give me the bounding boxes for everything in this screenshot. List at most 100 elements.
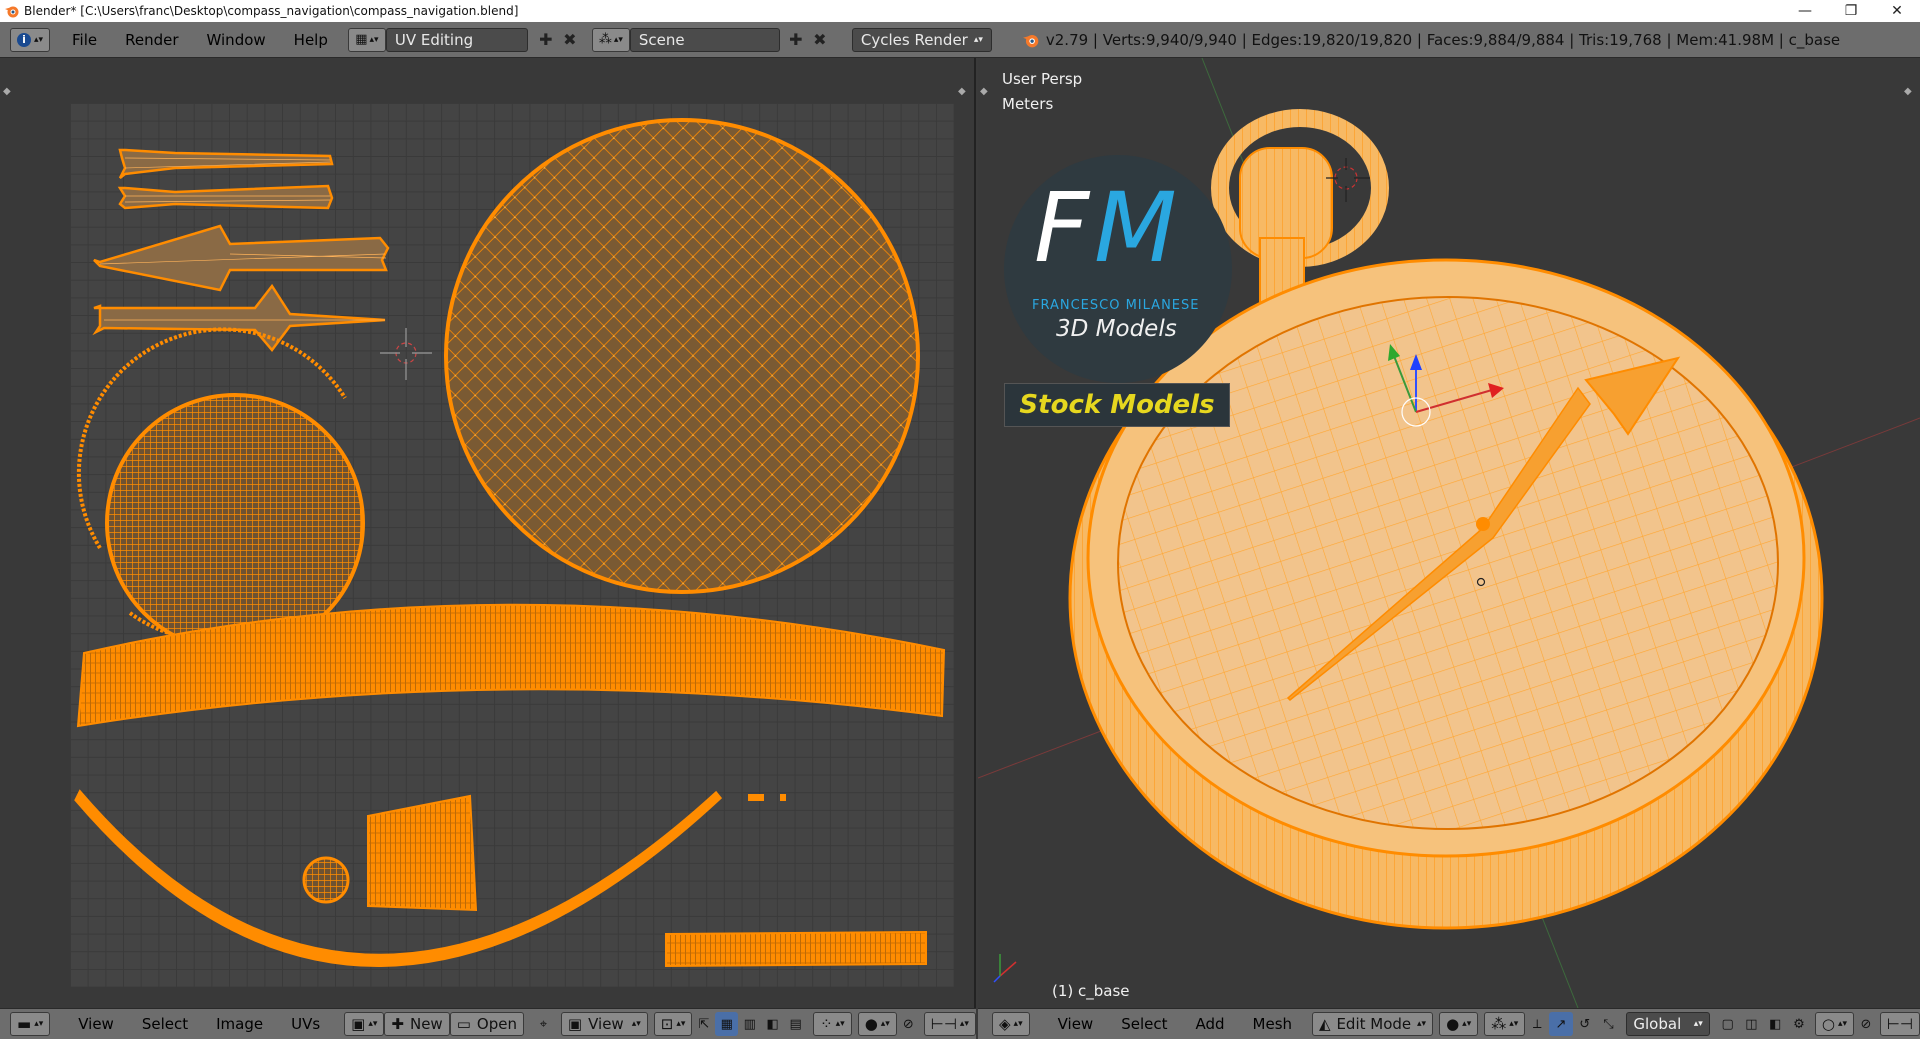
face-select-mode-icon[interactable]: ◧ — [1763, 1012, 1787, 1036]
small-uv-island-b — [780, 794, 786, 801]
updown-arrows-icon: ▴▾ — [1462, 1019, 1472, 1029]
updown-arrows-icon: ▴▾ — [1417, 1019, 1427, 1029]
edge-select-icon[interactable]: ▥ — [738, 1012, 761, 1036]
snap-element-selector[interactable]: ⊢⊣ — [1879, 1012, 1920, 1036]
logo-letter-f: F — [1034, 172, 1090, 284]
pin-icon[interactable]: ⌖ — [532, 1012, 555, 1036]
uv-image-editor[interactable]: ◆ ◆ — [0, 58, 976, 1008]
sync-select-icon[interactable]: ⇱ — [692, 1012, 715, 1036]
sticky-icon: ⁘ — [820, 1015, 833, 1033]
menu-render[interactable]: Render — [111, 31, 192, 49]
proportional-edit-selector[interactable]: ● ▴▾ — [857, 1012, 897, 1036]
image-icon: ▣ — [351, 1015, 366, 1033]
screen-layout-selector[interactable]: ▦ ▴▾ — [347, 27, 386, 52]
island-select-icon[interactable]: ▤ — [784, 1012, 807, 1036]
menu-image[interactable]: Image — [202, 1015, 277, 1033]
updown-arrows-icon: ▴▾ — [369, 34, 379, 45]
pivot-point-selector[interactable]: ⁂ ▴▾ — [1484, 1012, 1526, 1036]
manipulator-toggle-icon[interactable]: ⟂ — [1525, 1012, 1549, 1036]
snap-toggle-icon[interactable]: ⊘ — [1854, 1012, 1878, 1036]
updown-arrows-icon: ▴▾ — [835, 1019, 845, 1029]
menu-uvs[interactable]: UVs — [277, 1015, 334, 1033]
limit-selection-icon[interactable]: ⚙ — [1787, 1012, 1811, 1036]
plus-icon: ✚ — [391, 1015, 404, 1033]
face-uv-island — [76, 327, 365, 653]
updown-arrows-icon: ▴▾ — [631, 1019, 641, 1029]
view-mode-selector[interactable]: ▣ View ▴▾ — [560, 1012, 648, 1036]
2d-cursor-icon[interactable] — [380, 328, 432, 380]
edit-mode-icon: ◭ — [1319, 1015, 1331, 1033]
translate-icon[interactable]: ↗ — [1549, 1012, 1573, 1036]
layout-grid-icon: ▦ — [355, 32, 368, 47]
menu-mesh[interactable]: Mesh — [1239, 1015, 1307, 1033]
sticky-mode-selector[interactable]: ⁘ ▴▾ — [813, 1012, 852, 1036]
render-engine-selector[interactable]: Cycles Render ▴▾ — [851, 27, 992, 52]
viewport-shading-selector[interactable]: ● ▴▾ — [1439, 1012, 1479, 1036]
updown-arrows-icon: ▴▾ — [33, 34, 44, 45]
orientation-label: Global — [1633, 1015, 1682, 1033]
snap-toggle-icon[interactable]: ⊘ — [897, 1012, 920, 1036]
3d-view-header: ◈ ▴▾ View Select Add Mesh ◭ Edit Mode ▴▾ … — [978, 1008, 1920, 1039]
open-image-button[interactable]: ▭ Open — [449, 1012, 524, 1036]
pivot-icon: ⊡ — [660, 1015, 674, 1033]
uv-editor-header: ▬ ▴▾ View Select Image UVs ▣ ▴▾ ✚ New ▭ Open… — [0, 1008, 976, 1039]
updown-arrows-icon: ▴▾ — [34, 1019, 44, 1029]
delete-scene-button[interactable]: ✖ — [808, 28, 832, 52]
small-uv-island-a — [748, 794, 764, 801]
window-titlebar: Blender* [C:\Users\franc\Desktop\compass… — [0, 0, 1920, 22]
updown-arrows-icon: ▴▾ — [959, 1019, 969, 1029]
menu-select[interactable]: Select — [1107, 1015, 1181, 1033]
scene-statistics: v2.79 | Verts:9,940/9,940 | Edges:19,820… — [1045, 30, 1841, 49]
orientation-selector[interactable]: Global ▴▾ — [1626, 1012, 1710, 1036]
updown-arrows-icon: ▴▾ — [676, 1019, 686, 1029]
rotate-icon[interactable]: ↺ — [1573, 1012, 1597, 1036]
close-icon: ✖ — [813, 30, 827, 49]
add-scene-button[interactable]: ✚ — [784, 28, 808, 52]
face-select-icon[interactable]: ◧ — [761, 1012, 784, 1036]
view-mode-label: View — [588, 1015, 624, 1033]
editor-type-uv-selector[interactable]: ▬ ▴▾ — [10, 1012, 51, 1036]
updown-arrows-icon: ▴▾ — [1693, 1019, 1703, 1029]
scale-icon[interactable]: ⤡ — [1597, 1012, 1621, 1036]
delete-screen-button[interactable]: ✖ — [558, 28, 582, 52]
folder-icon: ▭ — [456, 1015, 471, 1033]
3d-viewport[interactable]: ◆ ◆ User Persp Meters F M FRANCESCO MILA… — [978, 58, 1920, 1008]
menu-view[interactable]: View — [1044, 1015, 1108, 1033]
editor-type-3d-selector[interactable]: ◈ ▴▾ — [992, 1012, 1030, 1036]
strip-uv-island — [665, 930, 927, 968]
vertex-select-icon[interactable]: ▦ — [715, 1012, 739, 1036]
image-browse-selector[interactable]: ▣ ▴▾ — [344, 1012, 385, 1036]
snap-element-icon: ⊢⊣ — [1886, 1015, 1913, 1033]
proportional-edit-selector[interactable]: ○ ▴▾ — [1814, 1012, 1855, 1036]
scene-selector[interactable]: ⁂ ▴▾ — [591, 27, 630, 52]
mode-label: Edit Mode — [1336, 1015, 1412, 1033]
scene-icon: ⁂ — [598, 32, 612, 47]
uv-islands[interactable] — [0, 58, 976, 1008]
menu-view[interactable]: View — [64, 1015, 128, 1033]
add-screen-button[interactable]: ✚ — [534, 28, 558, 52]
menu-window[interactable]: Window — [193, 31, 280, 49]
edge-select-mode-icon[interactable]: ◫ — [1740, 1012, 1764, 1036]
new-image-button[interactable]: ✚ New — [384, 1012, 450, 1036]
open-label: Open — [476, 1015, 517, 1033]
blender-logo-icon — [1023, 34, 1039, 47]
pivot-selector[interactable]: ⊡ ▴▾ — [653, 1012, 693, 1036]
restore-button[interactable]: ❐ — [1828, 0, 1874, 22]
updown-arrows-icon: ▴▾ — [880, 1019, 890, 1029]
menu-add[interactable]: Add — [1181, 1015, 1238, 1033]
menu-file[interactable]: File — [58, 31, 111, 49]
screen-layout-field[interactable]: UV Editing — [385, 27, 528, 52]
stock-models-label: Stock Models — [1019, 390, 1215, 420]
menu-help[interactable]: Help — [280, 31, 342, 49]
minimize-button[interactable]: — — [1782, 0, 1828, 22]
image-editor-icon: ▬ — [17, 1015, 32, 1033]
snap-element-selector[interactable]: ⊢⊣ ▴▾ — [923, 1012, 976, 1036]
vertex-select-mode-icon[interactable]: ▢ — [1716, 1012, 1740, 1036]
close-button[interactable]: ✕ — [1874, 0, 1920, 22]
new-label: New — [409, 1015, 443, 1033]
editor-type-info-selector[interactable]: i ▴▾ — [10, 27, 50, 52]
scene-field[interactable]: Scene — [629, 27, 780, 52]
mode-selector[interactable]: ◭ Edit Mode ▴▾ — [1312, 1012, 1434, 1036]
blender-logo-icon — [5, 6, 19, 18]
menu-select[interactable]: Select — [128, 1015, 202, 1033]
